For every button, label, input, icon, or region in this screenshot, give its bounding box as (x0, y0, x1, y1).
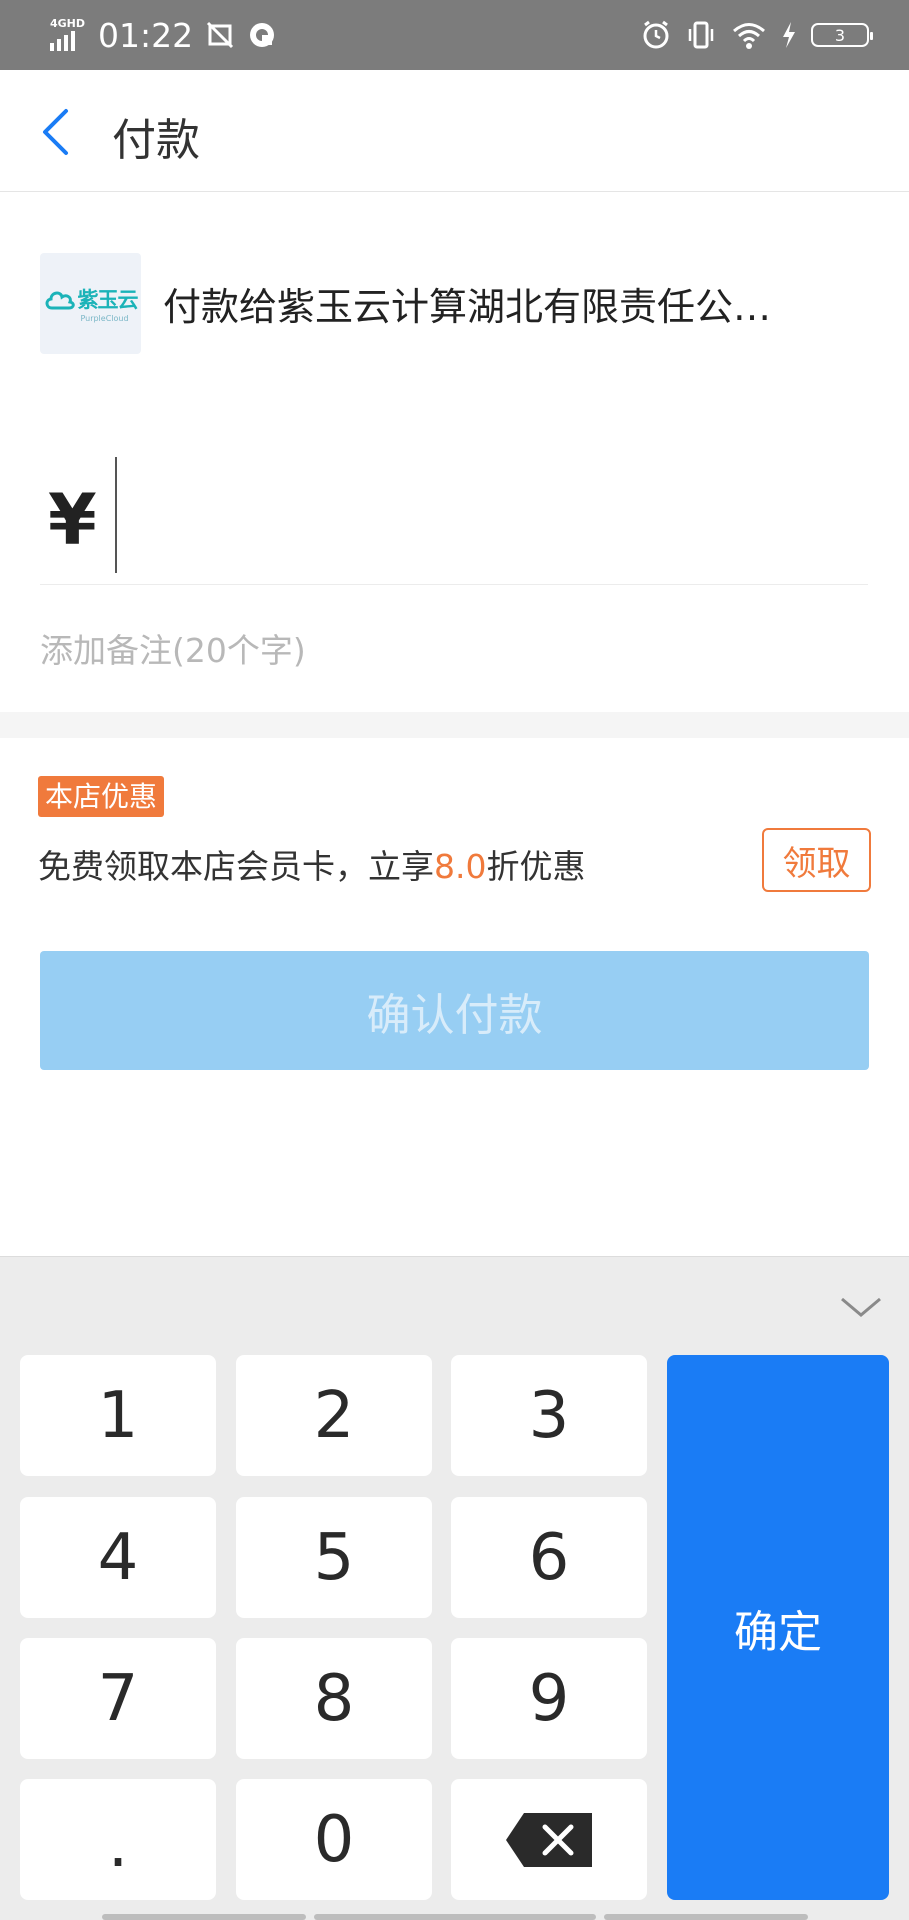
merchant-logo-subtext: PurpleCloud (80, 313, 129, 323)
numeric-keypad: 1 2 3 4 5 6 7 8 9 . 0 确定 (0, 1256, 909, 1920)
currency-symbol: ¥ (48, 479, 97, 561)
confirm-pay-button[interactable]: 确认付款 (40, 951, 869, 1070)
status-time: 01:22 (98, 15, 194, 55)
promo-text: 免费领取本店会员卡，立享8.0折优惠 (38, 840, 585, 888)
merchant-row: 紫玉云 PurpleCloud 付款给紫玉云计算湖北有限责任公… (40, 252, 870, 354)
merchant-logo: 紫玉云 PurpleCloud (40, 252, 141, 354)
screenshot-notification-icon (207, 21, 234, 49)
page-title: 付款 (112, 115, 200, 166)
key-dot[interactable]: . (20, 1779, 216, 1900)
promo-text-after: 折优惠 (486, 847, 586, 886)
key-3[interactable]: 3 (451, 1355, 647, 1476)
amount-input-row[interactable]: ¥ (40, 455, 868, 585)
battery-level: 3 (834, 25, 846, 45)
claim-button[interactable]: 领取 (762, 828, 871, 892)
status-right: 3 (641, 20, 873, 50)
keypad-collapse-button[interactable] (836, 1287, 886, 1327)
network-type: 4GHD (50, 17, 86, 30)
status-left: 4GHD 01:22 (48, 16, 277, 55)
note-input[interactable] (40, 625, 540, 675)
message-notification-icon (250, 23, 275, 47)
promo-badge: 本店优惠 (38, 776, 165, 817)
wifi-icon (733, 23, 765, 49)
promo-text-before: 免费领取本店会员卡，立享 (38, 847, 434, 886)
nav-indicator (314, 1914, 596, 1920)
nav-indicator (102, 1914, 306, 1920)
nav-indicator (604, 1914, 808, 1920)
keypad-confirm-button[interactable]: 确定 (667, 1355, 889, 1900)
text-caret (115, 457, 117, 573)
key-9[interactable]: 9 (451, 1638, 647, 1759)
chevron-down-icon (841, 1297, 881, 1317)
merchant-name: 付款给紫玉云计算湖北有限责任公… (163, 284, 772, 329)
section-divider (0, 712, 909, 738)
key-4[interactable]: 4 (20, 1497, 216, 1618)
back-button[interactable] (30, 102, 90, 162)
key-6[interactable]: 6 (451, 1497, 647, 1618)
chevron-left-icon (43, 109, 68, 155)
key-5[interactable]: 5 (236, 1497, 432, 1618)
promo-discount: 8.0 (434, 847, 487, 886)
cloud-icon (45, 291, 75, 309)
app-header: 付款 (0, 70, 909, 192)
backspace-icon (506, 1812, 592, 1867)
key-2[interactable]: 2 (236, 1355, 432, 1476)
key-1[interactable]: 1 (20, 1355, 216, 1476)
merchant-logo-text: 紫玉云 (77, 287, 139, 312)
vibrate-icon (688, 21, 714, 49)
key-delete[interactable] (451, 1779, 647, 1900)
key-7[interactable]: 7 (20, 1638, 216, 1759)
signal-icon: 4GHD (48, 17, 86, 53)
charging-icon (783, 22, 795, 48)
status-bar: 4GHD 01:22 3 (0, 0, 909, 70)
battery-icon: 3 (811, 23, 873, 47)
alarm-icon (643, 20, 669, 49)
key-0[interactable]: 0 (236, 1779, 432, 1900)
key-8[interactable]: 8 (236, 1638, 432, 1759)
